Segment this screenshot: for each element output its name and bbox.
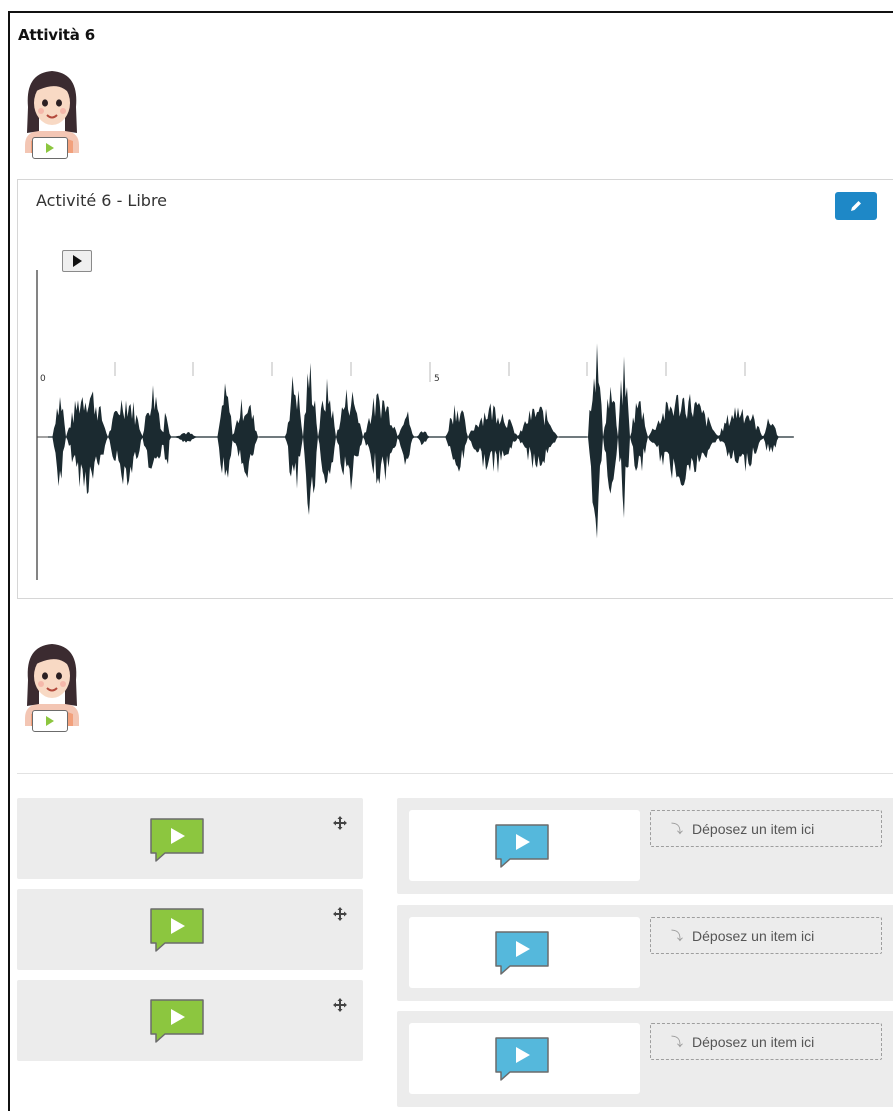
avatar-play-button[interactable]	[32, 137, 68, 159]
drop-row-2: ⤵ Déposez un item ici	[397, 905, 893, 1001]
drop-arrow-icon: ⤵	[671, 1035, 684, 1049]
drag-item-2[interactable]	[17, 889, 363, 970]
audio-item-box	[409, 917, 640, 988]
timeline-ruler	[36, 362, 746, 382]
drop-zone[interactable]: ⤵ Déposez un item ici	[650, 1023, 882, 1060]
move-handle-icon[interactable]	[333, 907, 347, 921]
drop-zone-label: Déposez un item ici	[692, 927, 815, 944]
waveform-play-button[interactable]	[62, 250, 92, 272]
move-handle-icon[interactable]	[333, 816, 347, 830]
speech-bubble-play-icon[interactable]	[493, 1035, 551, 1083]
speech-bubble-play-icon[interactable]	[148, 997, 206, 1045]
waveform[interactable]: 0 5	[18, 270, 893, 590]
edit-button[interactable]	[835, 192, 877, 220]
audio-panel-title: Activité 6 - Libre	[36, 191, 168, 210]
pencil-icon	[851, 201, 861, 211]
avatar-play-button[interactable]	[32, 710, 68, 732]
drop-arrow-icon: ⤵	[671, 822, 684, 836]
section-divider	[17, 773, 893, 774]
avatar-1	[17, 67, 99, 167]
audio-item-box	[409, 810, 640, 881]
audio-item-box	[409, 1023, 640, 1094]
drop-arrow-icon: ⤵	[671, 929, 684, 943]
move-handle-icon[interactable]	[333, 998, 347, 1012]
drop-zone[interactable]: ⤵ Déposez un item ici	[650, 810, 882, 847]
waveform-shape	[48, 343, 794, 539]
timeline-label-5: 5	[434, 374, 440, 384]
drop-row-3: ⤵ Déposez un item ici	[397, 1011, 893, 1107]
speech-bubble-play-icon[interactable]	[148, 906, 206, 954]
drag-item-3[interactable]	[17, 980, 363, 1061]
avatar-2	[17, 640, 99, 740]
page-title: Attività 6	[18, 26, 95, 44]
drop-zone[interactable]: ⤵ Déposez un item ici	[650, 917, 882, 954]
speech-bubble-play-icon[interactable]	[148, 816, 206, 864]
drop-zone-label: Déposez un item ici	[692, 1033, 815, 1050]
speech-bubble-play-icon[interactable]	[493, 822, 551, 870]
speech-bubble-play-icon[interactable]	[493, 929, 551, 977]
drop-zone-label: Déposez un item ici	[692, 820, 815, 837]
audio-panel: Activité 6 - Libre 0 5	[17, 179, 893, 599]
drop-row-1: ⤵ Déposez un item ici	[397, 798, 893, 894]
timeline-label-0: 0	[40, 374, 46, 384]
drag-item-1[interactable]	[17, 798, 363, 879]
